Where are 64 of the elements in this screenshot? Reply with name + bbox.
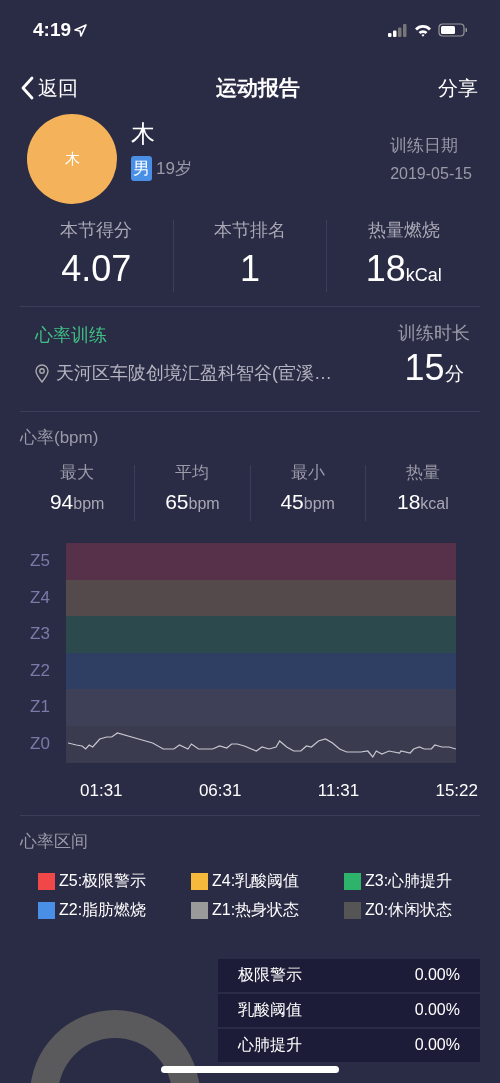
avatar: 木 xyxy=(27,114,117,204)
status-time: 4:19 xyxy=(33,19,72,41)
summary-value: 1 xyxy=(240,248,260,290)
summary-label: 本节排名 xyxy=(214,219,286,242)
zone-name: 乳酸阈值 xyxy=(238,999,302,1020)
legend-label: Z2:脂肪燃烧 xyxy=(59,899,147,920)
training-type: 心率训练 xyxy=(35,324,108,347)
stat-value: 65 xyxy=(165,490,189,514)
duration-label: 训练时长 xyxy=(398,322,470,345)
stat-value: 18 xyxy=(396,490,421,514)
legend-label: Z5:极限警示 xyxy=(59,870,147,891)
stat-value: 94 xyxy=(49,490,74,514)
legend-label: Z3:心肺提升 xyxy=(365,870,453,891)
zone-percent: 0.00% xyxy=(414,966,460,985)
gender-tag: 男 xyxy=(131,156,152,181)
stat-value: 45 xyxy=(280,490,304,514)
legend-label: Z0:休闲状态 xyxy=(365,899,453,920)
summary-value: 4.07 xyxy=(61,248,132,290)
duration-value: 15 xyxy=(404,347,445,389)
stat-unit: kcal xyxy=(420,495,449,513)
time-axis-label: 15:22 xyxy=(435,780,478,801)
summary-label: 本节得分 xyxy=(60,219,133,242)
zone-axis-label: Z0 xyxy=(30,732,51,755)
legend-label: Z4:乳酸阈值 xyxy=(212,870,300,891)
zone-axis-label: Z5 xyxy=(30,550,51,572)
zone-name: 极限警示 xyxy=(238,964,302,985)
stat-label: 热量 xyxy=(405,462,440,484)
battery-icon xyxy=(438,23,468,37)
user-age: 19岁 xyxy=(156,158,192,180)
zone-axis-label: Z2 xyxy=(30,659,51,682)
duration-unit: 分 xyxy=(444,363,464,386)
zone-axis-label: Z1 xyxy=(30,696,51,719)
legend-label: Z1:热身状态 xyxy=(212,899,300,920)
stat-label: 最大 xyxy=(60,462,95,484)
location-pin-icon xyxy=(35,363,49,383)
share-button[interactable]: 分享 xyxy=(438,74,478,102)
back-chevron-icon xyxy=(20,76,34,100)
summary-label: 热量燃烧 xyxy=(367,219,440,242)
time-axis-label: 01:31 xyxy=(80,780,123,801)
location-arrow-icon xyxy=(74,23,88,37)
summary-value: 18 xyxy=(365,248,406,290)
date-label: 训练日期 xyxy=(390,135,460,157)
training-location: 天河区车陂创境汇盈科智谷(宦溪… xyxy=(56,362,332,385)
stat-unit: bpm xyxy=(73,495,105,513)
page-title: 运动报告 xyxy=(216,75,300,101)
section-title: 心率(bpm) xyxy=(19,427,100,449)
zone-name: 心肺提升 xyxy=(238,1034,302,1055)
zone-percent: 0.00% xyxy=(414,1036,460,1055)
time-axis-label: 11:31 xyxy=(317,780,360,801)
zone-percent: 0.00% xyxy=(414,1001,460,1020)
section-title: 心率区间 xyxy=(19,830,89,853)
user-name: 木 xyxy=(131,119,156,149)
stat-label: 平均 xyxy=(175,462,210,484)
stat-unit: bpm xyxy=(188,495,220,513)
training-date: 2019-05-15 xyxy=(390,165,472,183)
back-button[interactable]: 返回 xyxy=(20,74,78,102)
summary-unit: kCal xyxy=(405,265,442,286)
time-axis-label: 06:31 xyxy=(198,780,242,801)
zone-axis-label: Z3 xyxy=(30,623,51,646)
signal-icon xyxy=(388,23,408,37)
zone-axis-label: Z4 xyxy=(30,586,51,609)
stat-label: 最小 xyxy=(290,462,325,484)
wifi-icon xyxy=(414,23,432,37)
stat-unit: bpm xyxy=(303,495,335,513)
